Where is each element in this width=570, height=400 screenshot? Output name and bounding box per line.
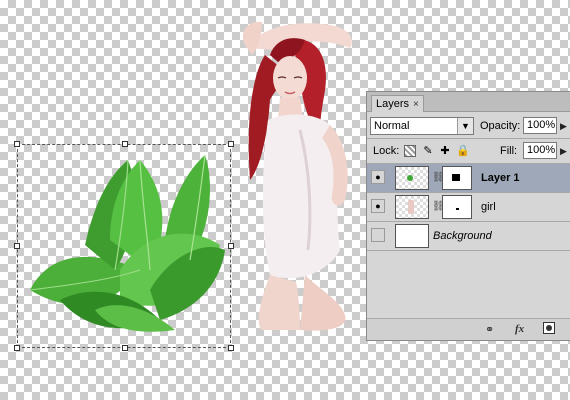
fill-slider-arrow-icon[interactable]: ▶ xyxy=(560,146,567,157)
link-layers-icon[interactable]: ⚭ xyxy=(485,323,494,336)
chevron-down-icon[interactable]: ▼ xyxy=(457,118,473,134)
transform-handle-top-center[interactable] xyxy=(122,141,128,147)
transform-bounding-box[interactable] xyxy=(14,141,234,351)
add-mask-icon[interactable] xyxy=(543,322,555,334)
panel-bottom-toolbar: ⚭ fx xyxy=(367,318,570,340)
layers-panel: Layers × Normal ▼ Opacity: 100% ▶ Lock: … xyxy=(366,91,570,341)
layer-mask-thumbnail[interactable] xyxy=(442,166,472,190)
layer-name[interactable]: girl xyxy=(481,201,496,213)
lock-position-icon[interactable]: ✚ xyxy=(439,145,451,157)
opacity-input[interactable]: 100% xyxy=(523,117,557,134)
divider xyxy=(367,250,570,251)
lock-label: Lock: xyxy=(373,145,400,157)
eye-hidden-icon[interactable] xyxy=(371,228,385,242)
blend-mode-value: Normal xyxy=(374,120,410,132)
opacity-slider-arrow-icon[interactable]: ▶ xyxy=(560,121,567,132)
layer-mask-thumbnail[interactable] xyxy=(442,195,472,219)
panel-tab-bar: Layers × xyxy=(367,92,570,112)
transform-handle-bottom-left[interactable] xyxy=(14,345,20,351)
close-icon[interactable]: × xyxy=(413,99,419,110)
layer-thumbnail xyxy=(395,166,429,190)
layer-row-background[interactable]: Background xyxy=(367,221,570,250)
divider xyxy=(367,138,570,139)
girl-photo-image xyxy=(242,21,352,331)
tab-layers[interactable]: Layers × xyxy=(371,95,424,112)
layer-thumbnail xyxy=(395,195,429,219)
lock-all-icon[interactable]: 🔒 xyxy=(456,145,470,157)
lock-transparent-pixels-icon[interactable] xyxy=(404,145,416,157)
transform-handle-middle-right[interactable] xyxy=(228,243,234,249)
layer-name[interactable]: Background xyxy=(433,230,492,242)
eye-icon[interactable]: ● xyxy=(371,170,385,184)
lock-image-pixels-icon[interactable]: ✎ xyxy=(422,145,434,157)
tab-layers-label: Layers xyxy=(376,98,410,110)
fill-input[interactable]: 100% xyxy=(523,142,557,159)
opacity-label: Opacity: xyxy=(480,120,521,132)
layer-thumbnail xyxy=(395,224,429,248)
blend-mode-select[interactable]: Normal ▼ xyxy=(370,117,474,135)
eye-icon[interactable]: ● xyxy=(371,199,385,213)
layer-row-girl[interactable]: ● ⛓ girl xyxy=(367,192,570,221)
layer-row-layer-1[interactable]: ● ⛓ Layer 1 xyxy=(367,163,570,192)
fill-label: Fill: xyxy=(500,145,518,157)
transform-handle-bottom-right[interactable] xyxy=(228,345,234,351)
transform-handle-bottom-center[interactable] xyxy=(122,345,128,351)
transform-handle-middle-left[interactable] xyxy=(14,243,20,249)
layer-name[interactable]: Layer 1 xyxy=(481,172,520,184)
fx-button[interactable]: fx xyxy=(515,323,524,335)
transform-handle-top-right[interactable] xyxy=(228,141,234,147)
transform-handle-top-left[interactable] xyxy=(14,141,20,147)
